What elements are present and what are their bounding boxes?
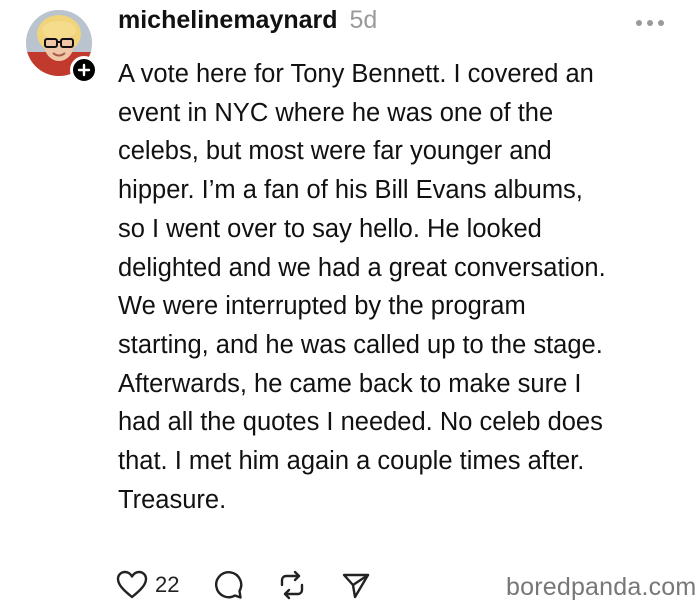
dot (647, 20, 653, 26)
post-text: A vote here for Tony Bennett. I covered … (118, 60, 606, 514)
like-count: 22 (155, 572, 180, 597)
heart-icon (116, 570, 148, 599)
follow-button[interactable] (70, 56, 98, 84)
dot (636, 20, 642, 26)
reply-button[interactable] (213, 570, 243, 600)
repost-icon (281, 570, 304, 600)
like-button[interactable]: 22 (116, 570, 179, 600)
share-button[interactable] (341, 570, 371, 600)
watermark: boredpanda.com (506, 573, 697, 601)
plus-icon (77, 63, 91, 77)
avatar-container (26, 10, 98, 84)
post-header: michelinemaynard 5d (118, 6, 377, 48)
repost-button[interactable] (277, 570, 307, 600)
send-icon (343, 573, 370, 599)
action-bar: 22 (116, 565, 405, 605)
more-options-icon[interactable] (636, 20, 664, 26)
comment-bubble-icon (215, 571, 243, 599)
timestamp: 5d (349, 6, 378, 34)
thread-post: michelinemaynard 5d A vote here for Tony… (0, 0, 700, 614)
username[interactable]: michelinemaynard (118, 6, 338, 35)
dot (658, 20, 664, 26)
